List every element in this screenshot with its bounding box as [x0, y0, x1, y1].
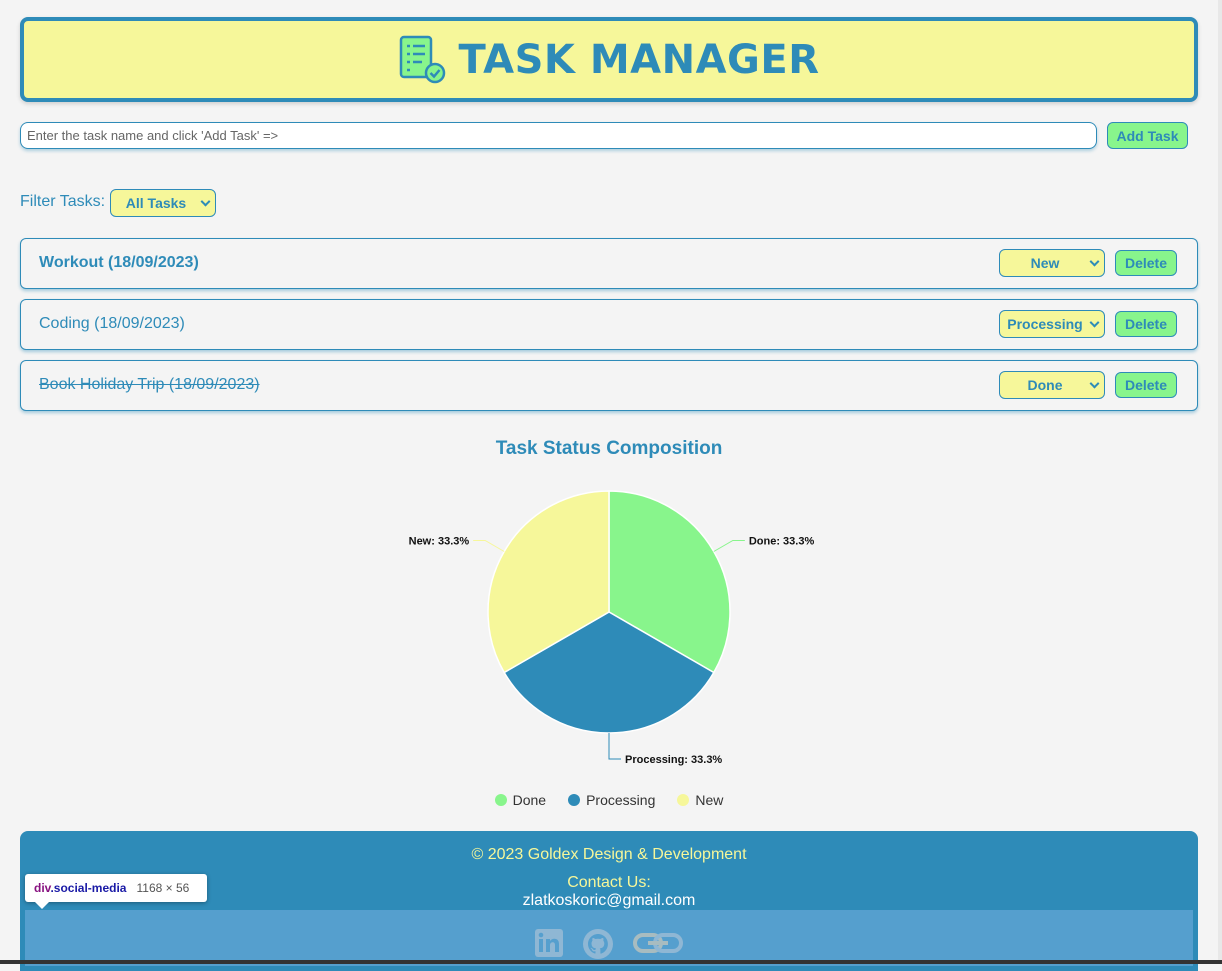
pie-label: Done: 33.3%	[749, 536, 815, 548]
pie-label-line	[608, 733, 621, 760]
task-item: Workout (18/09/2023) New Delete	[20, 238, 1198, 289]
app-header: TASK MANAGER	[20, 17, 1198, 102]
pie-label: Processing: 33.3%	[625, 754, 722, 766]
filter-select[interactable]: All Tasks	[110, 189, 216, 217]
tooltip-class: .social-media	[50, 881, 127, 895]
tooltip-tag: div	[34, 881, 51, 895]
task-item: Book Holiday Trip (18/09/2023) Done Dele…	[20, 360, 1198, 411]
scrollbar[interactable]	[1218, 0, 1222, 964]
legend-item[interactable]: Processing	[568, 792, 655, 808]
legend-swatch	[677, 794, 690, 806]
task-status-select[interactable]: Done	[999, 371, 1105, 399]
chevron-down-icon	[1089, 317, 1100, 328]
task-status-select[interactable]: Processing	[999, 310, 1105, 338]
pie-label-line	[473, 540, 505, 552]
chevron-down-icon	[200, 196, 211, 207]
legend-swatch	[494, 794, 507, 806]
task-status-value: New	[1030, 255, 1060, 271]
window-bottom-edge	[0, 960, 1222, 964]
add-task-button[interactable]: Add Task	[1107, 122, 1188, 149]
legend-label: Done	[512, 792, 547, 808]
pie-label-line	[713, 540, 745, 552]
task-name: Workout (18/09/2023)	[39, 254, 199, 271]
footer-copyright: © 2023 Goldex Design & Development	[471, 846, 747, 863]
legend-label: Processing	[586, 792, 656, 808]
task-name-input[interactable]	[20, 122, 1097, 149]
filter-label: Filter Tasks:	[20, 193, 106, 210]
chart-title: Task Status Composition	[495, 438, 723, 459]
legend-item[interactable]: Done	[494, 792, 547, 808]
delete-task-button[interactable]: Delete	[1115, 311, 1177, 337]
github-icon[interactable]	[582, 928, 614, 960]
linkedin-icon[interactable]	[534, 928, 564, 958]
pie-chart: Done: 33.3% Processing: 33.3% New: 33.3%	[409, 490, 815, 766]
legend-item[interactable]: New	[677, 792, 723, 808]
legend-label: New	[695, 792, 724, 808]
task-name: Coding (18/09/2023)	[39, 315, 185, 332]
task-status-select[interactable]: New	[999, 249, 1105, 277]
tooltip-size: 1168 × 56	[136, 881, 190, 895]
task-status-value: Done	[1027, 377, 1063, 393]
task-status-value: Processing	[1007, 316, 1083, 332]
chevron-down-icon	[1089, 378, 1100, 389]
delete-task-button[interactable]: Delete	[1115, 372, 1177, 398]
link-icon[interactable]	[632, 928, 684, 958]
legend-swatch	[568, 794, 581, 806]
delete-task-button[interactable]: Delete	[1115, 250, 1177, 276]
checklist-icon	[400, 35, 446, 83]
chart-legend: Done Processing New	[0, 792, 1218, 808]
chevron-down-icon	[1089, 256, 1100, 267]
pie-label: New: 33.3%	[409, 536, 470, 548]
app-title: TASK MANAGER	[458, 36, 820, 83]
task-name: Book Holiday Trip (18/09/2023)	[39, 376, 260, 393]
devtools-tooltip: div.social-media 1168 × 56	[25, 874, 207, 909]
filter-select-value: All Tasks	[125, 195, 187, 211]
task-item: Coding (18/09/2023) Processing Delete	[20, 299, 1198, 350]
social-media	[25, 910, 1193, 966]
